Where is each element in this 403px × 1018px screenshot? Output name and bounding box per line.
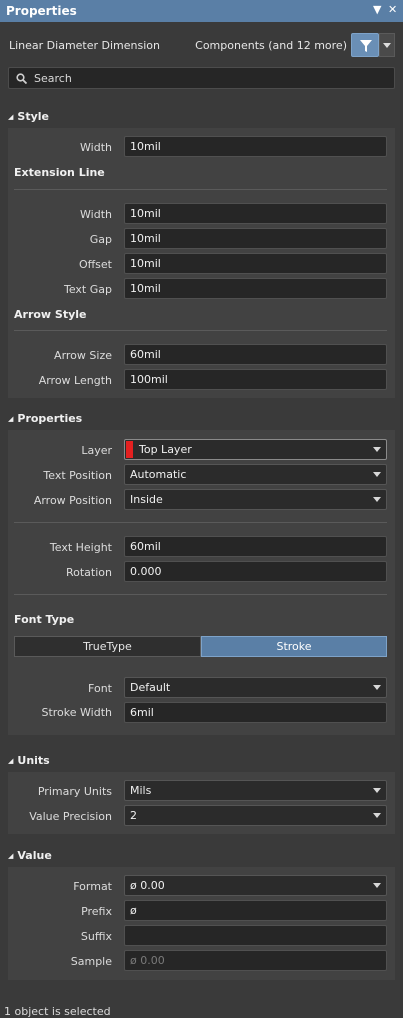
sample-field: ø 0.00 bbox=[124, 950, 387, 971]
chevron-down-icon bbox=[373, 883, 381, 888]
chevron-down-icon bbox=[373, 813, 381, 818]
ext-gap-label: Gap bbox=[89, 233, 112, 246]
divider bbox=[14, 189, 387, 190]
text-position-dropdown[interactable]: Automatic bbox=[124, 464, 387, 485]
font-label: Font bbox=[88, 682, 112, 695]
pin-dropdown-icon[interactable]: ▼ bbox=[373, 3, 381, 16]
rotation-field[interactable]: 0.000 bbox=[124, 561, 387, 582]
chevron-down-icon bbox=[373, 447, 381, 452]
collapse-triangle-icon: ◢ bbox=[8, 113, 14, 121]
format-label: Format bbox=[73, 880, 112, 893]
collapse-triangle-icon: ◢ bbox=[8, 757, 14, 765]
rotation-label: Rotation bbox=[65, 566, 112, 579]
chevron-down-icon bbox=[373, 685, 381, 690]
collapse-triangle-icon: ◢ bbox=[8, 852, 14, 860]
ext-offset-field[interactable]: 10mil bbox=[124, 253, 387, 274]
ext-width-field[interactable]: 10mil bbox=[124, 203, 387, 224]
divider bbox=[14, 330, 387, 331]
value-precision-label: Value Precision bbox=[29, 810, 112, 823]
filter-button[interactable] bbox=[351, 33, 379, 57]
layer-label: Layer bbox=[81, 444, 112, 457]
section-value-header[interactable]: ◢ Value bbox=[8, 849, 52, 867]
arrow-position-dropdown[interactable]: Inside bbox=[124, 489, 387, 510]
font-type-toggle: TrueType Stroke bbox=[14, 636, 387, 657]
status-bar-text: 1 object is selected bbox=[4, 1005, 111, 1018]
search-icon bbox=[16, 73, 27, 84]
section-properties-header[interactable]: ◢ Properties bbox=[8, 412, 82, 430]
section-units-header[interactable]: ◢ Units bbox=[8, 754, 50, 772]
ext-gap-field[interactable]: 10mil bbox=[124, 228, 387, 249]
layer-dropdown[interactable]: Top Layer bbox=[124, 439, 387, 460]
stroke-width-label: Stroke Width bbox=[41, 706, 112, 719]
suffix-label: Suffix bbox=[80, 930, 112, 943]
section-style-header[interactable]: ◢ Style bbox=[8, 110, 49, 128]
suffix-field[interactable] bbox=[124, 925, 387, 946]
divider bbox=[14, 522, 387, 523]
text-height-field[interactable]: 60mil bbox=[124, 536, 387, 557]
close-icon[interactable]: ✕ bbox=[388, 3, 397, 16]
search-placeholder: Search bbox=[34, 72, 72, 85]
format-dropdown[interactable]: ø 0.00 bbox=[124, 875, 387, 896]
extension-line-heading: Extension Line bbox=[14, 166, 105, 179]
chevron-down-icon bbox=[373, 472, 381, 477]
panel-title: Properties bbox=[6, 4, 77, 18]
font-type-heading: Font Type bbox=[14, 613, 75, 626]
primary-units-dropdown[interactable]: Mils bbox=[124, 780, 387, 801]
filter-summary: Components (and 12 more) bbox=[195, 39, 347, 52]
font-type-stroke-button[interactable]: Stroke bbox=[201, 636, 387, 657]
ext-offset-label: Offset bbox=[78, 258, 112, 271]
arrow-size-label: Arrow Size bbox=[54, 349, 112, 362]
collapse-triangle-icon: ◢ bbox=[8, 415, 14, 423]
ext-text-gap-field[interactable]: 10mil bbox=[124, 278, 387, 299]
style-width-label: Width bbox=[80, 141, 112, 154]
search-input[interactable]: Search bbox=[8, 67, 395, 89]
prefix-label: Prefix bbox=[81, 905, 112, 918]
primary-units-label: Primary Units bbox=[37, 785, 112, 798]
object-header: Linear Diameter Dimension Components (an… bbox=[0, 30, 403, 60]
style-width-field[interactable]: 10mil bbox=[124, 136, 387, 157]
arrow-length-field[interactable]: 100mil bbox=[124, 369, 387, 390]
panel-titlebar: Properties ▼ ✕ bbox=[0, 0, 403, 22]
layer-color-swatch bbox=[126, 441, 133, 458]
font-dropdown[interactable]: Default bbox=[124, 677, 387, 698]
chevron-down-icon bbox=[373, 497, 381, 502]
chevron-down-icon bbox=[383, 43, 391, 48]
chevron-down-icon bbox=[373, 788, 381, 793]
arrow-size-field[interactable]: 60mil bbox=[124, 344, 387, 365]
value-precision-dropdown[interactable]: 2 bbox=[124, 805, 387, 826]
arrow-style-heading: Arrow Style bbox=[14, 308, 87, 321]
text-height-label: Text Height bbox=[49, 541, 112, 554]
filter-dropdown-button[interactable] bbox=[379, 33, 395, 57]
stroke-width-field[interactable]: 6mil bbox=[124, 702, 387, 723]
sample-label: Sample bbox=[70, 955, 112, 968]
ext-text-gap-label: Text Gap bbox=[64, 283, 112, 296]
text-position-label: Text Position bbox=[43, 469, 112, 482]
arrow-position-label: Arrow Position bbox=[33, 494, 112, 507]
font-type-truetype-button[interactable]: TrueType bbox=[14, 636, 201, 657]
filter-icon bbox=[360, 40, 372, 52]
prefix-field[interactable]: ø bbox=[124, 900, 387, 921]
object-type-label: Linear Diameter Dimension bbox=[9, 39, 161, 52]
ext-width-label: Width bbox=[80, 208, 112, 221]
divider bbox=[14, 594, 387, 595]
arrow-length-label: Arrow Length bbox=[38, 374, 112, 387]
